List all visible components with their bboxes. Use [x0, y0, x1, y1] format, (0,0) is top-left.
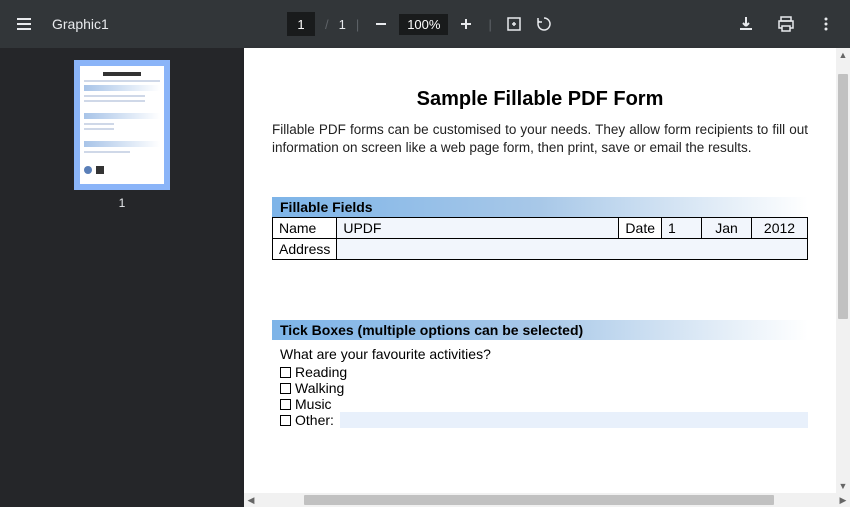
page-number-input[interactable]: [287, 12, 315, 36]
date-year-field[interactable]: 2012: [752, 218, 808, 239]
more-menu-button[interactable]: [814, 12, 838, 36]
zoom-in-button[interactable]: [454, 12, 478, 36]
table-row: Address: [273, 239, 808, 260]
scroll-left-arrow-icon[interactable]: ◀: [244, 493, 258, 507]
pdf-page: Sample Fillable PDF Form Fillable PDF fo…: [244, 48, 836, 493]
print-button[interactable]: [774, 12, 798, 36]
fillable-fields-table: Name UPDF Date 1 Jan 2012 Address: [272, 217, 808, 260]
date-label: Date: [619, 218, 662, 239]
pdf-toolbar: Graphic1 / 1 | 100% |: [0, 0, 850, 48]
scroll-down-arrow-icon[interactable]: ▼: [836, 479, 850, 493]
horizontal-scrollbar[interactable]: ◀ ▶: [244, 493, 850, 507]
page-thumbnail[interactable]: [74, 60, 170, 190]
section-header-tickboxes: Tick Boxes (multiple options can be sele…: [272, 320, 808, 340]
checkbox-label: Music: [295, 396, 332, 412]
total-pages: 1: [339, 17, 346, 32]
content-area: 1 Sample Fillable PDF Form Fillable PDF …: [0, 48, 850, 507]
scroll-up-arrow-icon[interactable]: ▲: [836, 48, 850, 62]
divider: |: [356, 17, 359, 32]
checkbox-label: Reading: [295, 364, 347, 380]
document-title: Sample Fillable PDF Form: [272, 88, 808, 111]
date-month-field[interactable]: Jan: [702, 218, 752, 239]
address-field[interactable]: [337, 239, 808, 260]
document-description: Fillable PDF forms can be customised to …: [272, 121, 808, 157]
zoom-level: 100%: [399, 14, 448, 35]
checkbox-icon: [280, 415, 291, 426]
horizontal-scroll-thumb[interactable]: [304, 495, 774, 505]
other-text-field[interactable]: [340, 412, 808, 428]
pdf-viewport: Sample Fillable PDF Form Fillable PDF fo…: [244, 48, 850, 507]
vertical-scroll-thumb[interactable]: [838, 74, 848, 319]
name-label: Name: [273, 218, 337, 239]
vertical-scrollbar[interactable]: ▲ ▼: [836, 48, 850, 493]
checkbox-music[interactable]: Music: [280, 396, 808, 412]
download-button[interactable]: [734, 12, 758, 36]
tickbox-question: What are your favourite activities?: [280, 346, 808, 362]
checkbox-icon: [280, 367, 291, 378]
checkbox-label: Walking: [295, 380, 344, 396]
checkbox-label: Other:: [295, 412, 334, 428]
section-header-fillable: Fillable Fields: [272, 197, 808, 217]
zoom-out-button[interactable]: [369, 12, 393, 36]
scroll-right-arrow-icon[interactable]: ▶: [836, 493, 850, 507]
divider: |: [488, 17, 491, 32]
file-name: Graphic1: [52, 16, 109, 32]
fit-page-button[interactable]: [502, 12, 526, 36]
thumbnail-label: 1: [119, 196, 126, 210]
address-label: Address: [273, 239, 337, 260]
checkbox-icon: [280, 383, 291, 394]
menu-icon[interactable]: [12, 12, 36, 36]
name-field[interactable]: UPDF: [337, 218, 619, 239]
rotate-button[interactable]: [532, 12, 556, 36]
table-row: Name UPDF Date 1 Jan 2012: [273, 218, 808, 239]
page-separator: /: [325, 17, 329, 32]
checkbox-other[interactable]: Other:: [280, 412, 808, 428]
checkbox-reading[interactable]: Reading: [280, 364, 808, 380]
checkbox-walking[interactable]: Walking: [280, 380, 808, 396]
date-day-field[interactable]: 1: [662, 218, 702, 239]
checkbox-icon: [280, 399, 291, 410]
thumbnail-sidebar: 1: [0, 48, 244, 507]
